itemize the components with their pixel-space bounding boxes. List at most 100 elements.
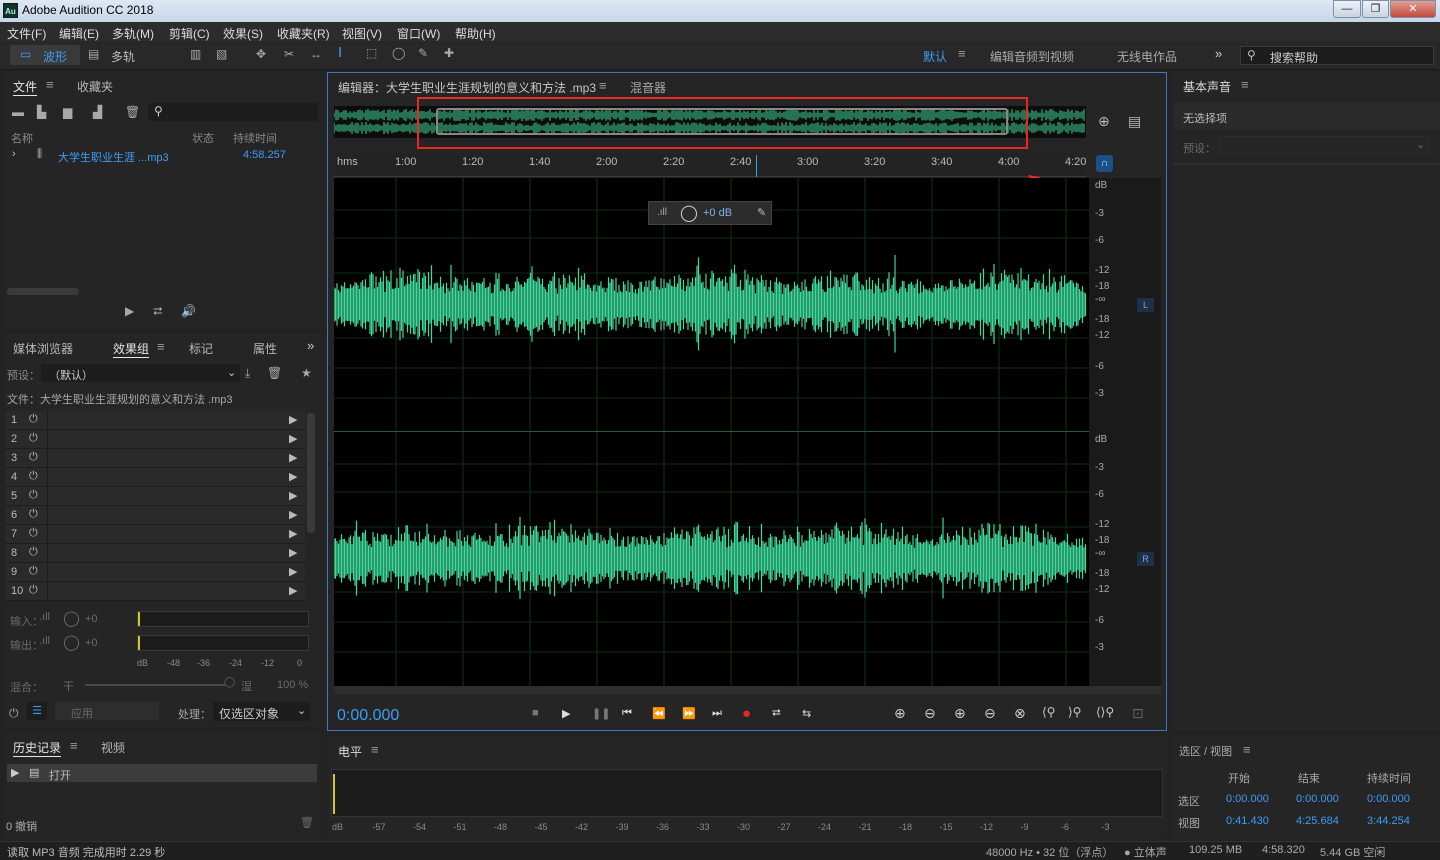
razor-tool-icon[interactable]: ✂ <box>284 47 294 61</box>
workspace-radio[interactable]: 无线电作品 <box>1117 48 1177 65</box>
go-to-end-icon[interactable]: ⏭ <box>712 707 722 720</box>
menu-file[interactable]: 文件(F) <box>7 25 46 42</box>
selection-end[interactable]: 0:00.000 <box>1296 793 1339 805</box>
slot-power-icon[interactable]: ⏻ <box>29 565 38 578</box>
snapping-magnet-icon[interactable]: ∩ <box>1096 155 1113 172</box>
selection-duration[interactable]: 0:00.000 <box>1367 793 1410 805</box>
preview-loop-icon[interactable]: ⮂ <box>153 304 163 319</box>
more-tabs-icon[interactable]: » <box>307 338 314 353</box>
menu-effects[interactable]: 效果(S) <box>223 25 263 42</box>
input-gain-knob-icon[interactable]: ◯ <box>63 609 80 627</box>
hud-gain-knob-icon[interactable]: ◯ <box>680 203 698 223</box>
multitrack-view-button[interactable]: ▤ 多轨 <box>84 45 144 65</box>
slot-menu-arrow-icon[interactable]: ▶ <box>289 413 297 426</box>
slot-power-icon[interactable]: ⏻ <box>29 508 38 521</box>
effect-slot[interactable]: 8 ⏻ ▶ <box>5 544 305 563</box>
effect-slot[interactable]: 2 ⏻ ▶ <box>5 430 305 449</box>
column-duration[interactable]: 持续时间 <box>233 130 277 146</box>
slip-tool-icon[interactable]: ↔ <box>310 47 322 61</box>
slot-power-icon[interactable]: ⏻ <box>29 432 38 445</box>
tab-markers[interactable]: 标记 <box>189 340 213 357</box>
horizontal-scrollbar[interactable] <box>334 686 1161 694</box>
tab-favorites[interactable]: 收藏夹 <box>77 78 113 95</box>
tab-mixer[interactable]: 混音器 <box>630 79 666 96</box>
slot-menu-arrow-icon[interactable]: ▶ <box>289 546 297 559</box>
slot-power-icon[interactable]: ⏻ <box>29 413 38 426</box>
minimize-button[interactable]: — <box>1333 0 1361 18</box>
slot-power-icon[interactable]: ⏻ <box>29 584 38 597</box>
marquee-tool-icon[interactable]: ⬚ <box>366 46 377 60</box>
move-tool-icon[interactable]: ✥ <box>256 47 266 61</box>
playhead-marker[interactable] <box>756 155 757 177</box>
effects-panel-menu-icon[interactable]: ≡ <box>157 339 165 354</box>
files-scrollbar[interactable] <box>7 288 79 295</box>
search-help-input[interactable]: ⚲ 搜索帮助 <box>1240 46 1434 65</box>
zoom-selected-track-icon[interactable]: ⊡ <box>1132 705 1144 722</box>
more-workspaces-icon[interactable]: » <box>1215 46 1222 61</box>
go-to-start-icon[interactable]: ⏮ <box>622 707 632 720</box>
effect-slot[interactable]: 5 ⏻ ▶ <box>5 487 305 506</box>
view-duration[interactable]: 3:44.254 <box>1367 815 1410 827</box>
effect-slot[interactable]: 6 ⏻ ▶ <box>5 506 305 525</box>
zoom-in-amplitude-icon[interactable]: ⊕ <box>894 705 906 722</box>
slot-power-icon[interactable]: ⏻ <box>29 489 38 502</box>
tab-files[interactable]: 文件 <box>13 78 38 96</box>
save-preset-icon[interactable]: ⤓ <box>245 366 250 381</box>
preview-autoplay-icon[interactable]: 🔊 <box>181 304 196 318</box>
new-file-icon[interactable]: ▆ <box>63 105 72 119</box>
import-icon[interactable]: ▙ <box>37 105 46 119</box>
menu-view[interactable]: 视图(V) <box>342 25 382 42</box>
zoom-out-point-icon[interactable]: ⟩⚲ <box>1068 705 1081 719</box>
zoom-out-amplitude-icon[interactable]: ⊖ <box>924 705 936 722</box>
tab-properties[interactable]: 属性 <box>253 340 277 357</box>
process-dropdown[interactable]: 仅选区对象 ⌄ <box>213 702 310 721</box>
skip-selection-icon[interactable]: ⇆ <box>802 707 811 720</box>
zoom-in-point-icon[interactable]: ⟨⚲ <box>1042 705 1055 719</box>
waveform-view-button[interactable]: ▭ 波形 <box>10 45 80 65</box>
menu-help[interactable]: 帮助(H) <box>455 25 496 42</box>
expand-chevron-icon[interactable]: › <box>12 148 16 160</box>
zoom-to-selection-icon[interactable]: ⊕ <box>1098 113 1110 130</box>
effect-slot[interactable]: 10 ⏻ ▶ <box>5 582 305 601</box>
column-status[interactable]: 状态 <box>192 130 214 146</box>
restore-button[interactable]: ❐ <box>1362 0 1389 18</box>
slot-power-icon[interactable]: ⏻ <box>29 527 38 540</box>
tab-history[interactable]: 历史记录 <box>13 739 62 757</box>
open-file-icon[interactable]: ▬ <box>12 105 24 119</box>
view-start[interactable]: 0:41.430 <box>1226 815 1269 827</box>
editor-tab-title[interactable]: 编辑器：大学生职业生涯规划的意义和方法 .mp3 <box>338 79 596 96</box>
slot-power-icon[interactable]: ⏻ <box>29 451 38 464</box>
stop-icon[interactable]: ■ <box>532 707 539 719</box>
workspace-default[interactable]: 默认 <box>923 48 947 65</box>
effect-slot[interactable]: 9 ⏻ ▶ <box>5 563 305 582</box>
pause-icon[interactable]: ❚❚ <box>592 707 610 720</box>
effect-slot[interactable]: 4 ⏻ ▶ <box>5 468 305 487</box>
column-name[interactable]: 名称 <box>11 130 33 146</box>
selection-view-menu-icon[interactable]: ≡ <box>1243 742 1251 757</box>
power-toggle-icon[interactable]: ⏻ <box>9 706 19 721</box>
slot-menu-arrow-icon[interactable]: ▶ <box>289 565 297 578</box>
time-selection-tool-icon[interactable]: I <box>338 44 342 61</box>
levels-menu-icon[interactable]: ≡ <box>371 742 379 757</box>
spot-healing-tool-icon[interactable]: ✚ <box>444 46 454 60</box>
loop-icon[interactable]: ⮂ <box>772 707 781 720</box>
slots-scrollbar[interactable] <box>307 413 315 533</box>
selection-start[interactable]: 0:00.000 <box>1226 793 1269 805</box>
hud-pin-icon[interactable]: ✎ <box>757 206 766 219</box>
delete-file-icon[interactable]: 🗑 <box>125 105 140 119</box>
file-row[interactable]: › ⫼ 大学生职业生涯 ...mp3 4:58.257 <box>7 146 317 164</box>
record-icon[interactable]: ● <box>742 705 751 722</box>
slot-power-icon[interactable]: ⏻ <box>29 546 38 559</box>
zoom-out-time-icon[interactable]: ⊖ <box>984 705 996 722</box>
menu-clip[interactable]: 剪辑(C) <box>169 25 210 42</box>
slot-power-icon[interactable]: ⏻ <box>29 470 38 483</box>
mix-slider-handle-icon[interactable]: ◯ <box>224 677 235 688</box>
files-panel-menu-icon[interactable]: ≡ <box>46 77 54 92</box>
slot-menu-arrow-icon[interactable]: ▶ <box>289 527 297 540</box>
rewind-icon[interactable]: ⏪ <box>652 707 666 720</box>
lasso-tool-icon[interactable]: ◯ <box>392 46 405 60</box>
menu-window[interactable]: 窗口(W) <box>397 25 440 42</box>
zoom-selection-icon[interactable]: ⟨⟩⚲ <box>1096 705 1114 719</box>
workspace-edit-video[interactable]: 编辑音频到视频 <box>990 48 1074 65</box>
brush-tool-icon[interactable]: ✎ <box>418 46 428 60</box>
